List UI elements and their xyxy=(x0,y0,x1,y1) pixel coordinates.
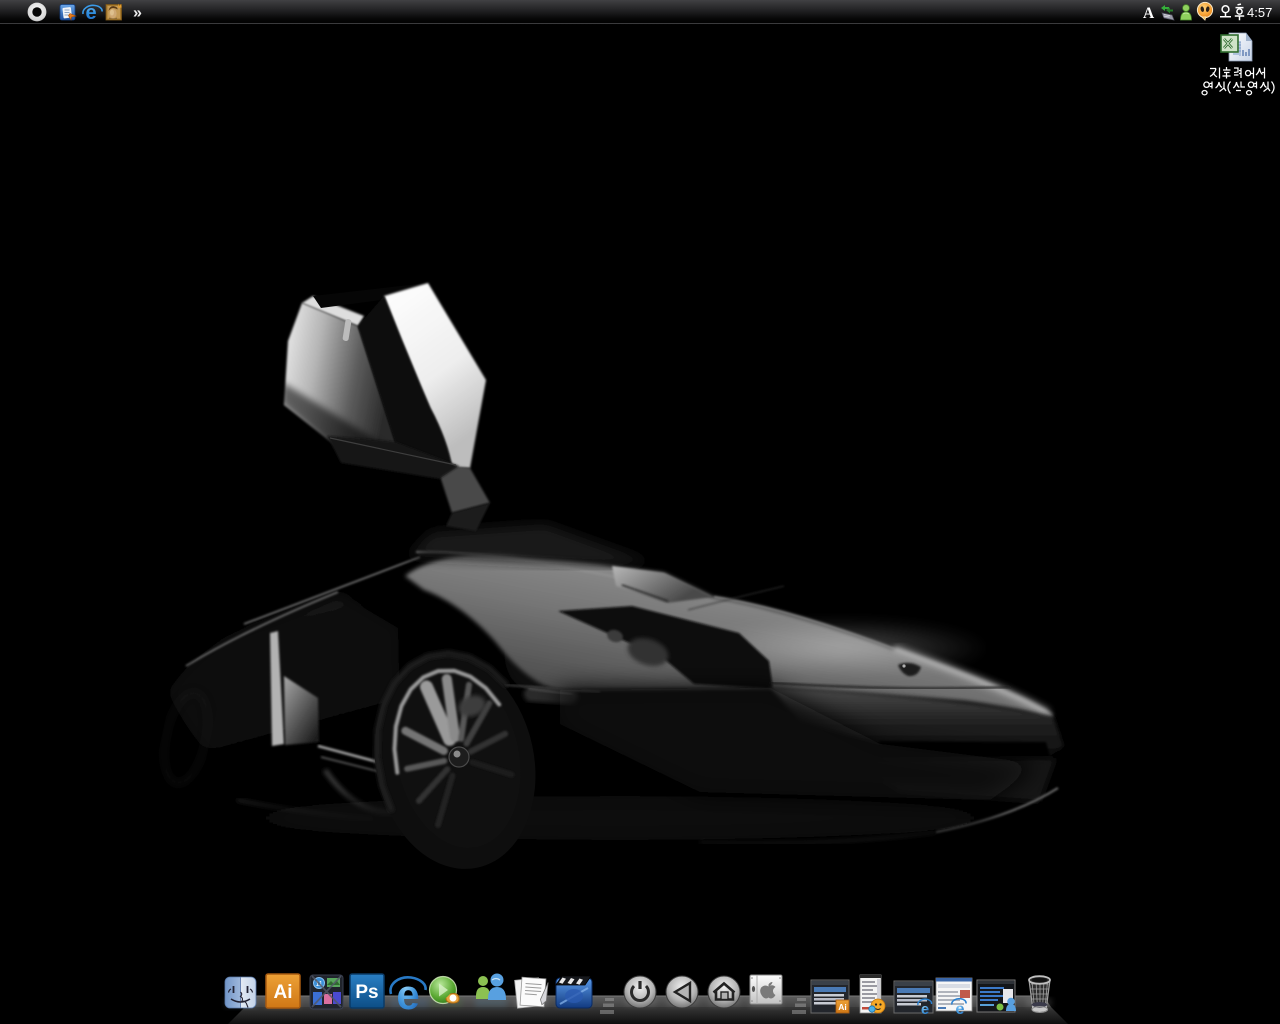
svg-text:e: e xyxy=(921,1001,929,1018)
svg-text:Ps: Ps xyxy=(355,982,378,1003)
svg-text:Ai: Ai xyxy=(274,982,293,1003)
svg-text:e: e xyxy=(956,1001,965,1018)
svg-text:Ai: Ai xyxy=(838,1002,847,1012)
